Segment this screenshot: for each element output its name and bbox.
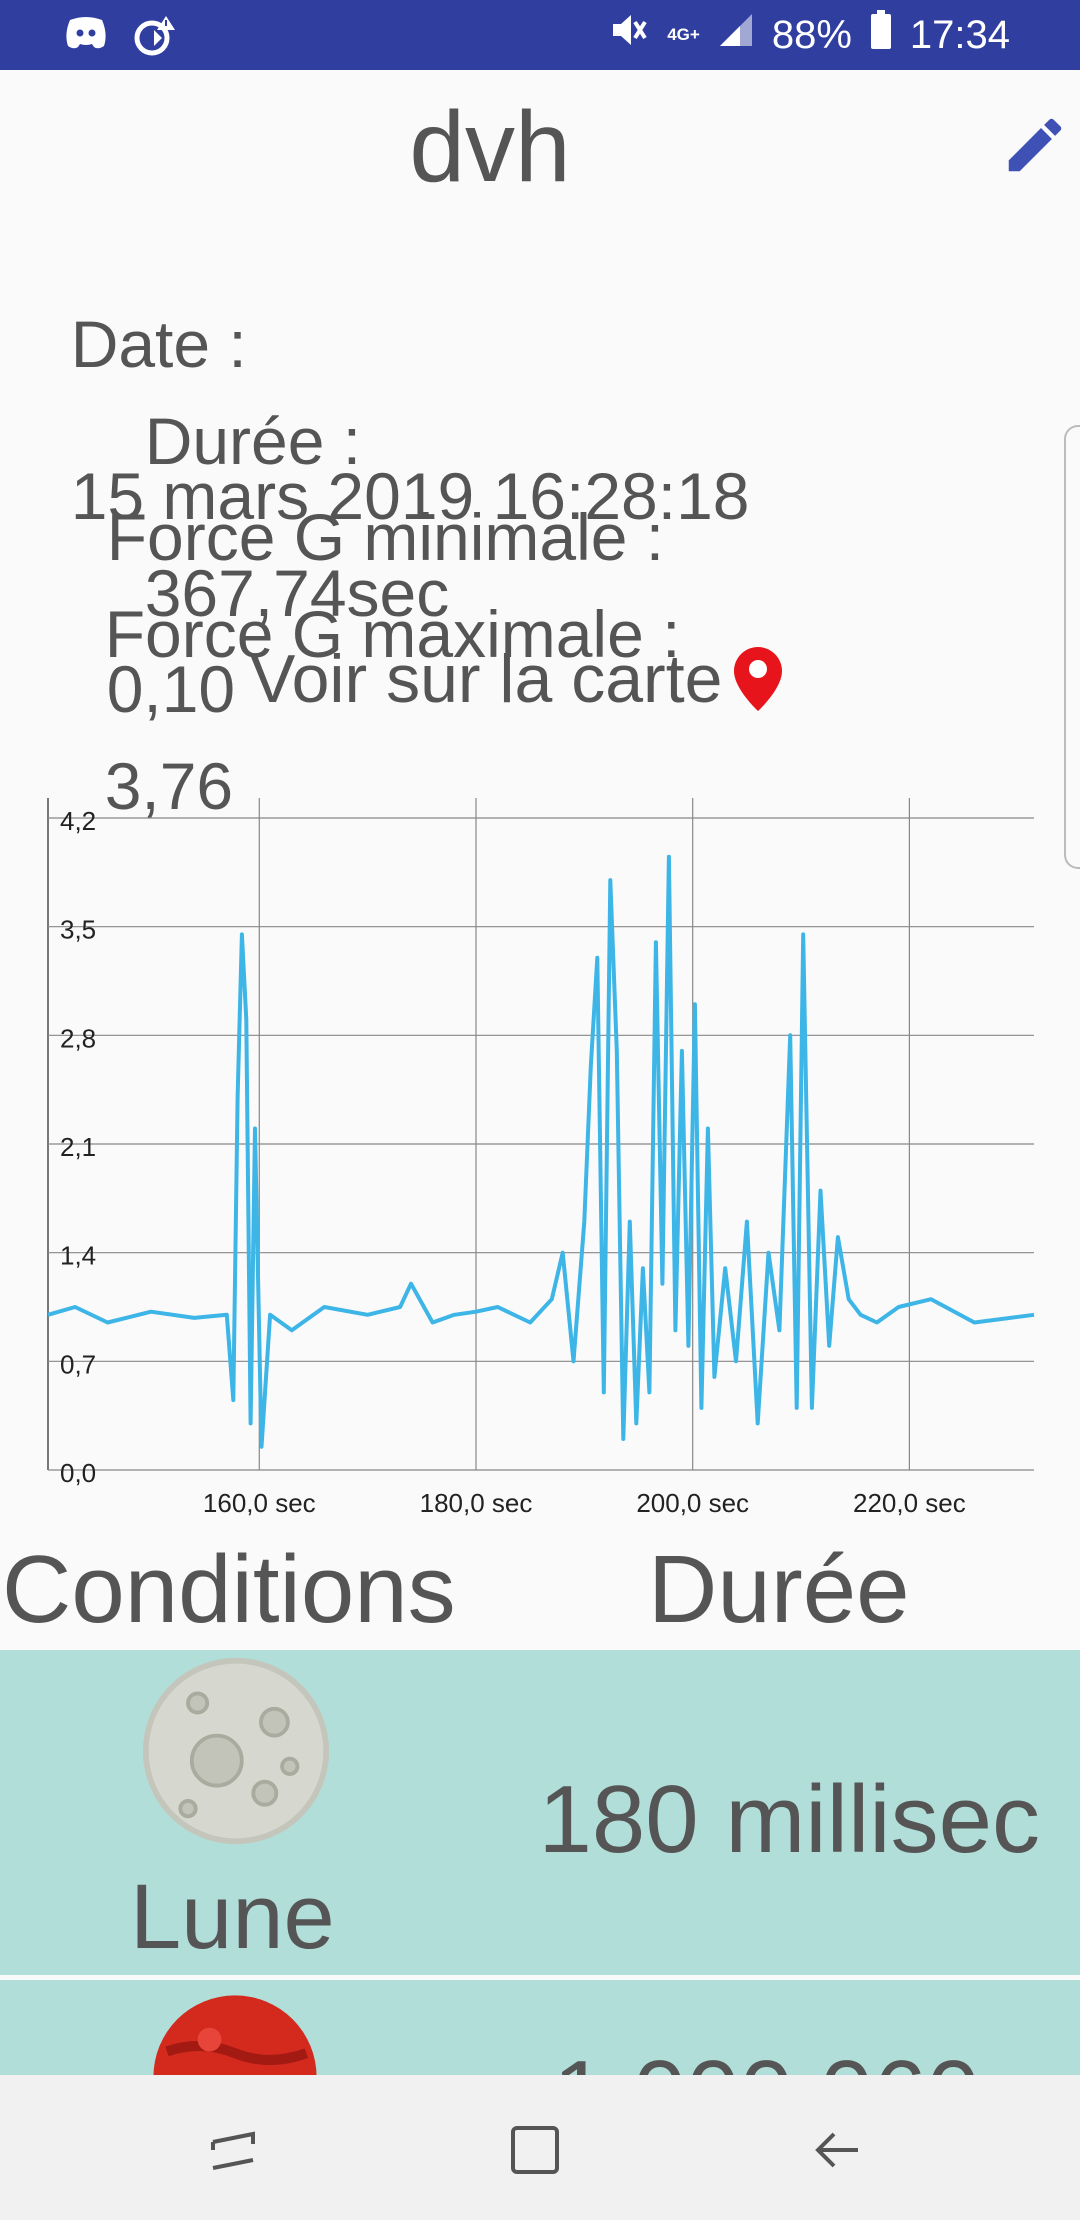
y-tick-label: 1,4	[60, 1241, 96, 1271]
home-icon	[511, 2126, 559, 2174]
battery-icon	[870, 10, 892, 60]
y-tick-label: 2,1	[60, 1132, 96, 1162]
notification-icons	[64, 14, 176, 61]
table-row[interactable]: Lune 180 millisec	[0, 1650, 1080, 1975]
x-tick-label: 220,0 sec	[853, 1488, 966, 1518]
navigation-bar	[0, 2075, 1080, 2220]
back-icon	[815, 2132, 858, 2168]
flight-title: dvh	[409, 91, 571, 203]
home-button[interactable]	[505, 2120, 565, 2180]
y-tick-label: 0,7	[60, 1349, 96, 1379]
system-status: 4G+ 88% 17:34	[609, 10, 1010, 60]
clock: 17:34	[909, 12, 1010, 57]
edit-button[interactable]	[1000, 110, 1070, 180]
g-force-chart: 0,0 0,7 1,4 2,1 2,8 3,5 4,2 160,0 sec 180,0 sec…	[47, 798, 1035, 1518]
view-on-map-link[interactable]: Voir sur la carte	[250, 640, 783, 718]
moon-icon	[142, 1657, 330, 1845]
condition-duration: 180 millisec	[538, 1766, 1040, 1873]
col-header-duration: Durée	[648, 1536, 910, 1643]
back-button[interactable]	[808, 2120, 868, 2180]
status-bar: 4G+ 88% 17:34	[0, 0, 1080, 70]
y-tick-label: 0,0	[60, 1458, 96, 1488]
sync-alert-icon	[132, 14, 176, 61]
battery-percent: 88%	[771, 12, 852, 57]
signal-icon	[718, 12, 754, 58]
condition-name: Lune	[130, 1866, 335, 1968]
y-tick-label: 3,5	[60, 915, 96, 945]
y-tick-label: 4,2	[60, 806, 96, 836]
recent-apps-button[interactable]	[205, 2120, 265, 2180]
view-on-map-label: Voir sur la carte	[250, 641, 723, 717]
x-tick-label: 160,0 sec	[203, 1488, 316, 1518]
network-type: 4G+	[667, 25, 700, 44]
g-force-series-line	[47, 854, 1035, 1449]
discord-icon	[64, 14, 108, 61]
mute-icon	[609, 10, 649, 60]
recent-apps-icon	[211, 2131, 255, 2170]
map-pin-icon	[734, 647, 783, 711]
x-tick-label: 200,0 sec	[636, 1488, 749, 1518]
col-header-conditions: Conditions	[2, 1536, 456, 1643]
pencil-icon	[1008, 118, 1062, 172]
x-tick-label: 180,0 sec	[420, 1488, 533, 1518]
y-tick-label: 2,8	[60, 1023, 96, 1053]
